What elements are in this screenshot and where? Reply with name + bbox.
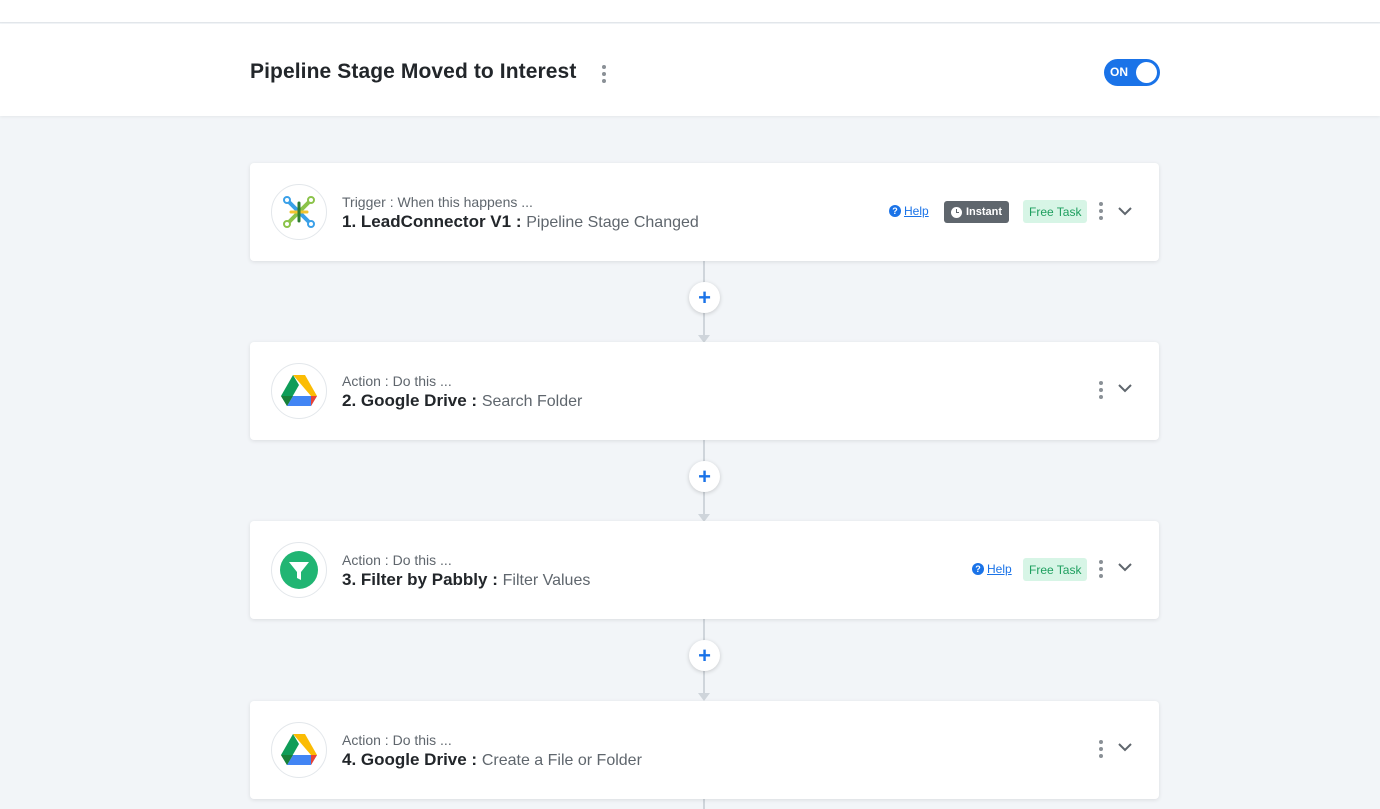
step-menu-icon[interactable] bbox=[1096, 559, 1106, 579]
chevron-down-icon[interactable] bbox=[1117, 380, 1133, 396]
toggle-label: ON bbox=[1110, 65, 1128, 79]
step-title: 3. Filter by Pabbly : Filter Values bbox=[342, 570, 590, 590]
step-type-label: Action : Do this ... bbox=[342, 373, 452, 389]
question-icon: ? bbox=[889, 205, 901, 217]
step-card-action[interactable]: Action : Do this ... 4. Google Drive : C… bbox=[250, 701, 1159, 799]
connector-line bbox=[703, 799, 705, 809]
top-strip bbox=[0, 0, 1380, 23]
add-step-button[interactable]: + bbox=[689, 461, 720, 492]
chevron-down-icon[interactable] bbox=[1117, 739, 1133, 755]
google-drive-icon bbox=[271, 722, 327, 778]
workflow-title[interactable]: Pipeline Stage Moved to Interest bbox=[250, 60, 576, 84]
question-icon: ? bbox=[972, 563, 984, 575]
chevron-down-icon[interactable] bbox=[1117, 203, 1133, 219]
free-task-badge: Free Task bbox=[1023, 558, 1088, 581]
step-title: 1. LeadConnector V1 : Pipeline Stage Cha… bbox=[342, 212, 699, 232]
help-link[interactable]: ? Help bbox=[889, 204, 929, 218]
step-menu-icon[interactable] bbox=[1096, 739, 1106, 759]
step-menu-icon[interactable] bbox=[1096, 201, 1106, 221]
clock-icon bbox=[950, 206, 962, 218]
help-label: Help bbox=[904, 204, 929, 218]
free-task-badge: Free Task bbox=[1023, 200, 1088, 223]
leadconnector-icon bbox=[271, 184, 327, 240]
step-event-name: Pipeline Stage Changed bbox=[526, 214, 699, 231]
step-title: 4. Google Drive : Create a File or Folde… bbox=[342, 750, 642, 770]
google-drive-icon bbox=[271, 363, 327, 419]
toggle-knob bbox=[1136, 62, 1157, 83]
step-type-label: Action : Do this ... bbox=[342, 552, 452, 568]
help-link[interactable]: ? Help bbox=[972, 562, 1012, 576]
step-app-name: 1. LeadConnector V1 : bbox=[342, 212, 522, 231]
step-app-name: 4. Google Drive : bbox=[342, 750, 478, 769]
step-app-name: 3. Filter by Pabbly : bbox=[342, 570, 498, 589]
chevron-down-icon[interactable] bbox=[1117, 559, 1133, 575]
step-menu-icon[interactable] bbox=[1096, 380, 1106, 400]
step-app-name: 2. Google Drive : bbox=[342, 391, 478, 410]
workflow-on-toggle[interactable]: ON bbox=[1104, 59, 1160, 86]
add-step-button[interactable]: + bbox=[689, 282, 720, 313]
step-card-trigger[interactable]: Trigger : When this happens ... 1. LeadC… bbox=[250, 163, 1159, 261]
connector-arrow-icon bbox=[698, 693, 710, 701]
step-card-action[interactable]: Action : Do this ... 2. Google Drive : S… bbox=[250, 342, 1159, 440]
workflow-menu-icon[interactable] bbox=[597, 64, 611, 84]
step-event-name: Create a File or Folder bbox=[481, 752, 642, 769]
step-card-action[interactable]: Action : Do this ... 3. Filter by Pabbly… bbox=[250, 521, 1159, 619]
instant-badge: Instant bbox=[944, 201, 1009, 223]
add-step-button[interactable]: + bbox=[689, 640, 720, 671]
step-type-label: Trigger : When this happens ... bbox=[342, 194, 533, 210]
step-title: 2. Google Drive : Search Folder bbox=[342, 391, 582, 411]
step-event-name: Search Folder bbox=[481, 393, 583, 410]
step-type-label: Action : Do this ... bbox=[342, 732, 452, 748]
instant-label: Instant bbox=[965, 206, 1003, 218]
workflow-header: Pipeline Stage Moved to Interest ON bbox=[0, 24, 1380, 116]
help-label: Help bbox=[987, 562, 1012, 576]
filter-icon bbox=[271, 542, 327, 598]
step-event-name: Filter Values bbox=[502, 572, 591, 589]
